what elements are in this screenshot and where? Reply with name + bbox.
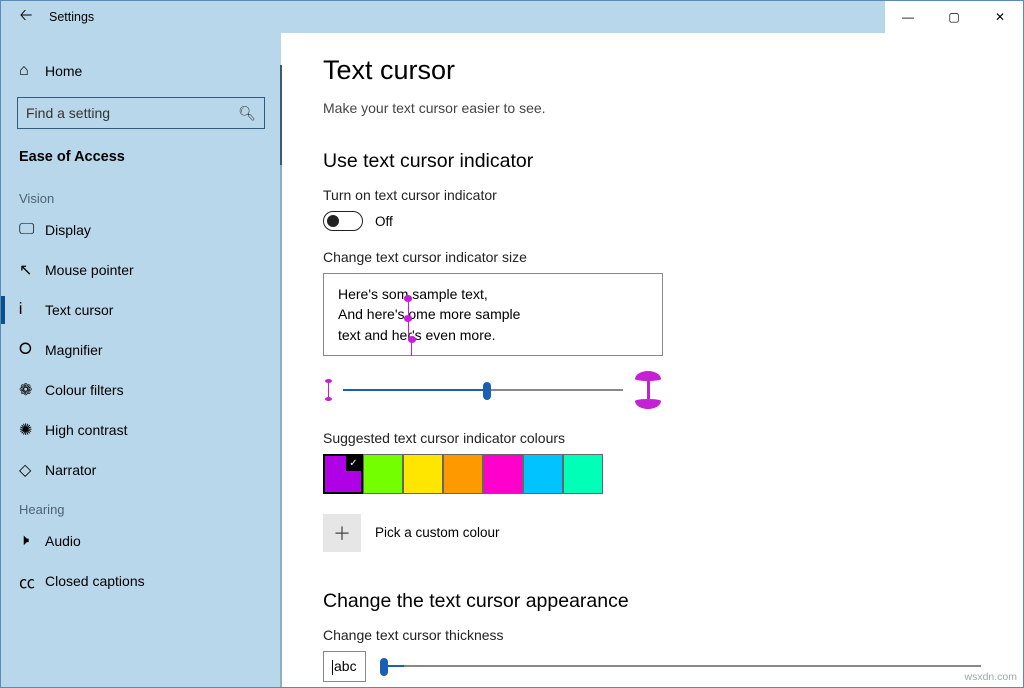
sidebar-item-high-contrast[interactable]: ✺High contrast [1, 410, 281, 450]
colour-filters-icon: ❁ [19, 380, 45, 400]
search-placeholder: Find a setting [26, 105, 110, 121]
closed-captions-icon: ㏄ [19, 569, 45, 593]
page-title: Text cursor [323, 55, 981, 86]
sidebar-item-magnifier[interactable]: ⭘Magnifier [1, 330, 281, 370]
search-input[interactable]: Find a setting 🔍︎ [17, 97, 265, 129]
toggle-label: Turn on text cursor indicator [323, 187, 981, 203]
color-swatch-3[interactable] [443, 454, 483, 494]
search-icon: 🔍︎ [238, 105, 256, 122]
watermark: wsxdn.com [964, 671, 1017, 683]
thickness-preview: abc [323, 651, 366, 682]
thickness-slider[interactable] [380, 665, 981, 667]
sidebar: ⌂ Home Find a setting 🔍︎ Ease of Access … [1, 33, 281, 687]
text-cursor-icon: Ꭵ [19, 301, 45, 319]
group-hearing: Hearing [1, 490, 281, 521]
indicator-small-icon [323, 374, 333, 406]
back-button[interactable]: 🡠 [9, 1, 43, 33]
color-swatch-2[interactable] [403, 454, 443, 494]
display-icon: 🖵 [19, 221, 45, 239]
color-swatch-1[interactable] [363, 454, 403, 494]
toggle-state: Off [375, 214, 393, 229]
sidebar-item-narrator[interactable]: ◇Narrator [1, 450, 281, 490]
narrator-icon: ◇ [19, 460, 45, 480]
indicator-size-slider[interactable] [343, 389, 623, 391]
main-content: Text cursor Make your text cursor easier… [281, 33, 1023, 687]
section-indicator: Use text cursor indicator [323, 150, 981, 173]
color-swatch-0[interactable]: ✓ [323, 454, 363, 494]
color-swatch-4[interactable] [483, 454, 523, 494]
colors-label: Suggested text cursor indicator colours [323, 430, 981, 446]
sidebar-item-text-cursor[interactable]: ᎥText cursor [1, 290, 281, 330]
sidebar-item-closed-captions[interactable]: ㏄Closed captions [1, 561, 281, 601]
size-label: Change text cursor indicator size [323, 249, 981, 265]
close-button[interactable]: ✕ [977, 1, 1023, 33]
color-swatch-6[interactable] [563, 454, 603, 494]
home-icon: ⌂ [19, 62, 45, 80]
color-swatches: ✓ [323, 454, 981, 494]
window-title: Settings [43, 10, 94, 24]
high-contrast-icon: ✺ [19, 420, 45, 440]
home-nav[interactable]: ⌂ Home [1, 51, 281, 91]
indicator-toggle[interactable] [323, 211, 363, 231]
indicator-preview: Here's som sample text, And here's ome m… [323, 273, 663, 356]
minimize-button[interactable]: — [885, 1, 931, 33]
section-appearance: Change the text cursor appearance [323, 590, 981, 613]
titlebar: 🡠 Settings — ▢ ✕ [1, 1, 1023, 33]
home-label: Home [45, 63, 82, 79]
group-vision: Vision [1, 179, 281, 210]
sidebar-item-display[interactable]: 🖵Display [1, 210, 281, 250]
sidebar-item-mouse-pointer[interactable]: ↖Mouse pointer [1, 250, 281, 290]
maximize-button[interactable]: ▢ [931, 1, 977, 33]
thickness-label: Change text cursor thickness [323, 627, 981, 643]
audio-icon: 🕨 [19, 532, 45, 550]
magnifier-icon: ⭘ [19, 341, 45, 359]
mouse-pointer-icon: ↖ [19, 260, 45, 280]
sidebar-item-colour-filters[interactable]: ❁Colour filters [1, 370, 281, 410]
custom-color-label: Pick a custom colour [375, 525, 500, 540]
sidebar-item-audio[interactable]: 🕨Audio [1, 521, 281, 561]
page-subtitle: Make your text cursor easier to see. [323, 100, 981, 116]
color-swatch-5[interactable] [523, 454, 563, 494]
custom-color-button[interactable]: ＋ [323, 514, 361, 552]
indicator-large-icon [633, 368, 663, 412]
sidebar-category: Ease of Access [1, 143, 281, 179]
